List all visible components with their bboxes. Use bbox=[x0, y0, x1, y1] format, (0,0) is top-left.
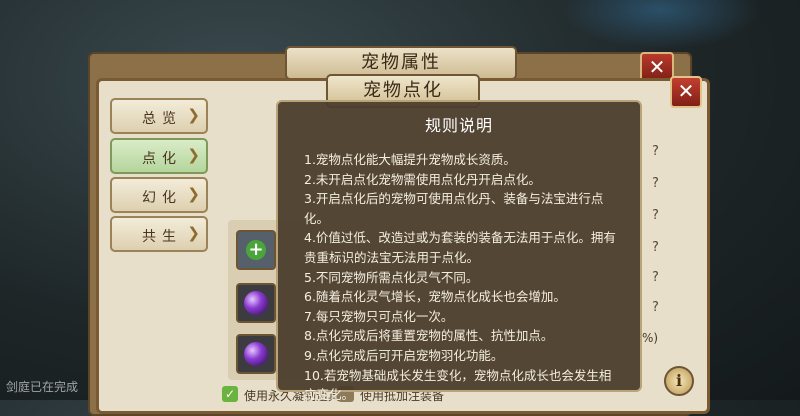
purple-orb-icon bbox=[244, 291, 268, 315]
tab-symbiosis-label: 共生 bbox=[142, 229, 182, 245]
purple-orb-icon bbox=[244, 342, 268, 366]
item-slot[interactable] bbox=[236, 283, 276, 323]
background-status-text: 剑庭已在完成 bbox=[6, 380, 79, 394]
rule-item: 4.价值过低、改造过或为套装的装备无法用于点化。拥有贵重标识的法宝无法用于点化。 bbox=[304, 230, 616, 265]
add-item-slot[interactable]: + bbox=[236, 230, 276, 270]
rule-item: 10.若宠物基础成长发生变化，宠物点化成长也会发生相应变化。 bbox=[304, 367, 612, 403]
tab-enlighten[interactable]: 点化 ❯ bbox=[110, 138, 208, 174]
chevron-right-icon: ❯ bbox=[187, 146, 200, 164]
tab-overview[interactable]: 总览 ❯ bbox=[110, 98, 208, 134]
help-mark[interactable]: ? bbox=[652, 208, 659, 223]
tab-enlighten-label: 点化 bbox=[142, 151, 182, 167]
chevron-right-icon: ❯ bbox=[187, 224, 200, 242]
rule-item: 1.宠物点化能大幅提升宠物成长资质。 bbox=[304, 152, 516, 167]
percent-suffix: %) bbox=[642, 331, 659, 345]
background-glow bbox=[560, 0, 760, 50]
help-mark[interactable]: ? bbox=[652, 144, 659, 159]
rule-item: 5.不同宠物所需点化灵气不同。 bbox=[304, 269, 479, 285]
tab-symbiosis[interactable]: 共生 ❯ bbox=[110, 216, 208, 252]
item-slot[interactable] bbox=[236, 334, 276, 374]
help-mark[interactable]: ? bbox=[652, 240, 659, 255]
tab-transform-label: 幻化 bbox=[142, 190, 182, 206]
rule-item: 7.每只宠物只可点化一次。 bbox=[304, 308, 454, 324]
chevron-right-icon: ❯ bbox=[187, 106, 200, 124]
rule-item: 8.点化完成后将重置宠物的属性、抗性加点。 bbox=[304, 328, 554, 344]
rules-dialog[interactable]: 规则说明 1.宠物点化能大幅提升宠物成长资质。 2.未开启点化宠物需使用点化丹开… bbox=[276, 100, 642, 402]
rules-title: 规则说明 bbox=[424, 116, 493, 135]
rule-item: 3.开启点化后的宠物可使用点化丹、装备与法宝进行点化。 bbox=[304, 191, 604, 226]
help-mark[interactable]: ? bbox=[652, 270, 659, 285]
rules-list: 1.宠物点化能大幅提升宠物成长资质。 2.未开启点化宠物需使用点化丹开启点化。 … bbox=[304, 150, 620, 405]
chevron-right-icon: ❯ bbox=[187, 185, 200, 203]
help-mark[interactable]: ? bbox=[652, 300, 659, 315]
info-icon[interactable]: i bbox=[664, 366, 694, 396]
help-mark[interactable]: ? bbox=[652, 176, 659, 191]
plus-icon: + bbox=[246, 240, 266, 260]
rule-item: 2.未开启点化宠物需使用点化丹开启点化。 bbox=[304, 171, 541, 187]
rule-item: 6.随着点化灵气增长，宠物点化成长也会增加。 bbox=[304, 289, 566, 305]
tab-overview-label: 总览 bbox=[142, 111, 182, 127]
tab-transform[interactable]: 幻化 ❯ bbox=[110, 177, 208, 213]
rule-item: 9.点化完成后可开启宠物羽化功能。 bbox=[304, 347, 504, 363]
close-button[interactable]: ✕ bbox=[670, 76, 702, 108]
